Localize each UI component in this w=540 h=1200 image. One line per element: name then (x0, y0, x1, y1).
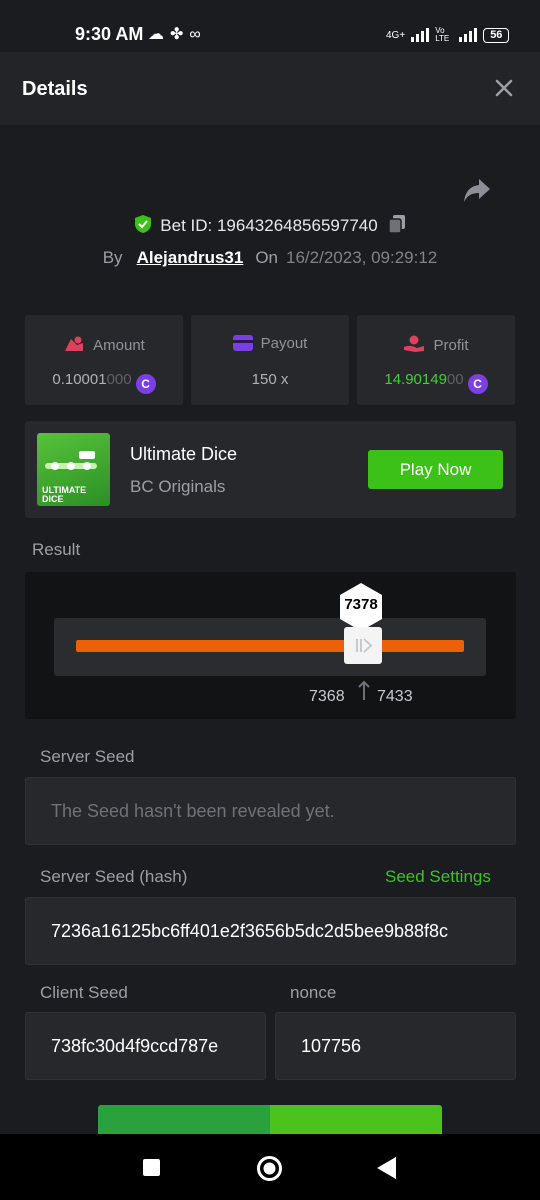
back-icon[interactable] (376, 1156, 398, 1180)
bet-id-row: Bet ID: 19643264856597740 (0, 214, 540, 236)
game-provider: BC Originals (130, 477, 226, 496)
result-label: Result (32, 540, 81, 559)
profit-value: 14.90149 (384, 371, 447, 388)
nonce-field[interactable]: 107756 (275, 1012, 516, 1080)
recent-apps-icon[interactable] (143, 1159, 160, 1176)
server-seed-field: The Seed hasn't been revealed yet. (25, 777, 516, 845)
cloud-icon: ☁ (148, 26, 170, 43)
result-value: 7378 (344, 596, 378, 613)
nonce-value: 107756 (301, 1036, 362, 1056)
game-name: Ultimate Dice (130, 444, 238, 464)
coin-icon: C (135, 374, 156, 394)
game-logo-text: ULTIMATE DICE (42, 485, 87, 504)
status-notification-icons: ☁✤∞ (148, 24, 207, 44)
on-label: On (255, 248, 279, 267)
money-bag-icon (65, 336, 84, 351)
battery-icon: 56 (483, 27, 510, 43)
slider-bar (76, 640, 464, 652)
close-icon[interactable] (490, 74, 518, 102)
status-system-icons: 4G+ Vo LTE 56 (386, 26, 510, 44)
profit-label: Profit (433, 337, 469, 354)
username-link[interactable]: Alejandrus31 (137, 248, 244, 267)
system-nav-bar (0, 1134, 540, 1200)
fan-icon: ✤ (170, 26, 190, 43)
network-type-label: 4G+ (386, 29, 406, 41)
bet-id-text: Bet ID: 19643264856597740 (160, 216, 378, 235)
server-seed-hash-label: Server Seed (hash) (40, 867, 188, 886)
copy-icon[interactable] (387, 214, 406, 234)
range-low: 7368 (309, 688, 345, 705)
game-thumbnail[interactable]: ULTIMATE DICE (37, 433, 110, 506)
profit-hand-icon (404, 335, 425, 352)
nonce-label: nonce (290, 983, 337, 1002)
bet-datetime: 16/2/2023, 09:29:12 (286, 248, 438, 267)
server-seed-placeholder: The Seed hasn't been revealed yet. (51, 801, 335, 821)
status-time: 9:30 AM (75, 24, 144, 44)
profit-value-trailing: 00 (446, 371, 464, 388)
share-icon[interactable] (462, 176, 492, 204)
wallet-icon (232, 335, 253, 351)
profit-card: Profit 14.9014900 C (357, 315, 515, 405)
details-header: Details (0, 52, 540, 125)
client-seed-value: 738fc30d4f9ccd787e (51, 1036, 219, 1056)
slider-handle[interactable] (344, 627, 382, 664)
signal-icon-2 (459, 28, 478, 42)
voicemail-icon: ∞ (189, 26, 207, 43)
page-title: Details (22, 78, 88, 100)
slider-track (54, 618, 486, 676)
server-seed-hash-field[interactable]: 7236a16125bc6ff401e2f3656b5dc2d5bee9b88f… (25, 897, 516, 965)
payout-label: Payout (260, 335, 308, 352)
server-seed-label: Server Seed (40, 747, 135, 766)
amount-value-trailing: 000 (106, 371, 132, 388)
amount-value: 0.10001 (52, 371, 107, 388)
seed-settings-link[interactable]: Seed Settings (385, 867, 491, 887)
slider-grip-icon (356, 638, 373, 653)
result-panel: 7378 7368 7433 (25, 572, 516, 719)
volte-label: Vo LTE (435, 26, 450, 43)
client-seed-field[interactable]: 738fc30d4f9ccd787e (25, 1012, 266, 1080)
amount-card: Amount 0.10001000 C (25, 315, 183, 405)
coin-icon: C (467, 374, 488, 394)
status-bar: 9:30 AM ☁✤∞ 4G+ Vo LTE 56 (0, 0, 540, 52)
home-icon[interactable] (256, 1155, 283, 1182)
amount-label: Amount (93, 337, 145, 354)
range-high: 7433 (377, 688, 413, 705)
client-seed-label: Client Seed (40, 983, 128, 1002)
arrow-up-icon (358, 680, 370, 700)
signal-icon (411, 28, 430, 42)
by-label: By (102, 248, 123, 267)
payout-value: 150 x (251, 371, 289, 388)
shield-check-icon (135, 215, 152, 233)
server-seed-hash-value: 7236a16125bc6ff401e2f3656b5dc2d5bee9b88f… (51, 921, 449, 941)
payout-card: Payout 150 x (191, 315, 349, 405)
play-now-button[interactable]: Play Now (368, 450, 503, 489)
game-card: ULTIMATE DICE Ultimate Dice BC Originals… (25, 421, 516, 518)
bet-meta-row: By Alejandrus31 On 16/2/2023, 09:29:12 (0, 248, 540, 268)
